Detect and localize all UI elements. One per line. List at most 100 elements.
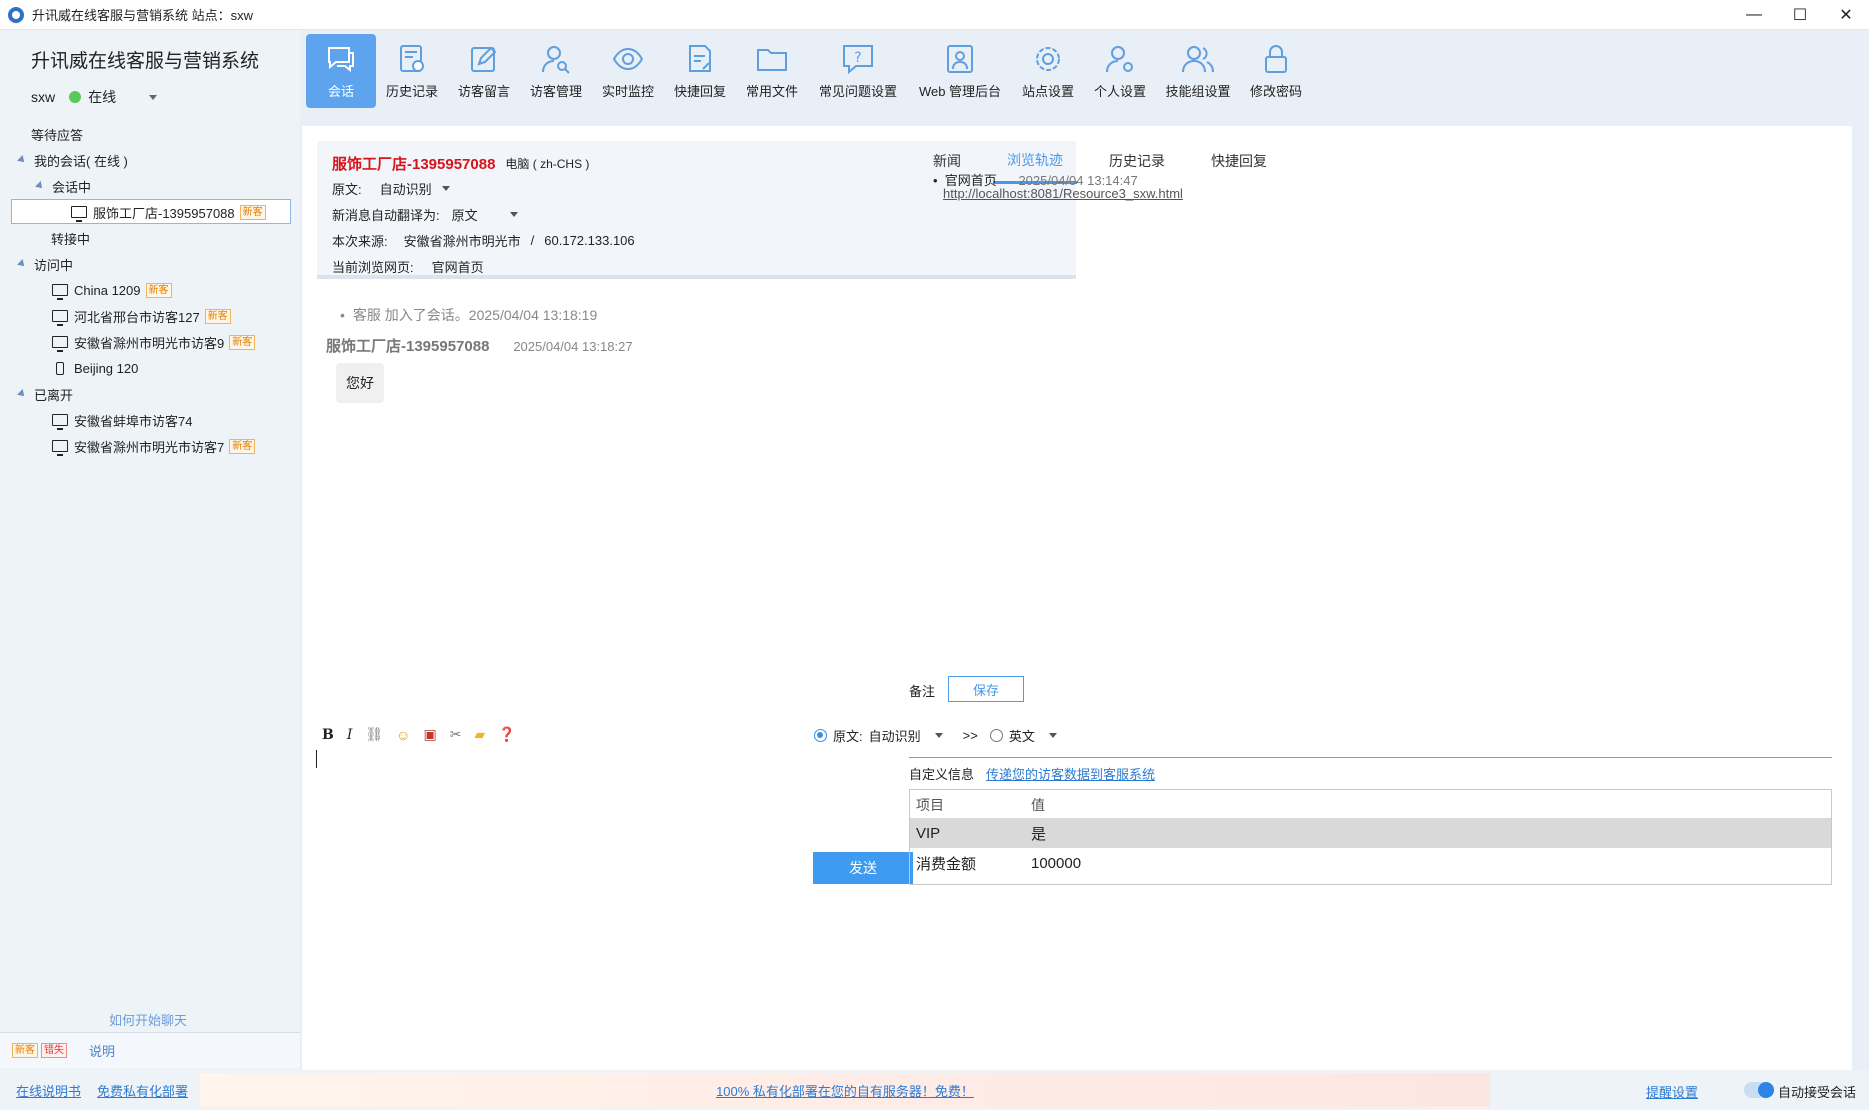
tree-in-session[interactable]: 会话中 [35, 174, 92, 198]
tree-item-visitor[interactable]: Beijing 120 [52, 356, 138, 380]
close-button[interactable]: ✕ [1823, 0, 1869, 30]
table-row[interactable]: VIP 是 [910, 818, 1831, 848]
expand-arrow-icon[interactable] [17, 259, 27, 269]
user-status[interactable]: sxw 在线 [31, 87, 158, 107]
how-to-chat-link[interactable]: 如何开始聊天 [109, 1010, 187, 1029]
toolbar-label: 会话 [327, 84, 354, 99]
table-row[interactable]: 消费金额 100000 [910, 848, 1831, 878]
chat-icon [328, 47, 354, 73]
original-language-row: 原文: 自动识别 [332, 179, 450, 198]
image-icon[interactable]: ▣ [423, 726, 436, 743]
tree-waiting[interactable]: 等待应答 [31, 122, 83, 146]
private-deploy-link[interactable]: 免费私有化部署 [97, 1081, 188, 1100]
toolbar-files[interactable]: 常用文件 [736, 34, 808, 108]
visitor-name: 河北省邢台市访客127 [74, 309, 200, 325]
toolbar-visitor-manage[interactable]: 访客管理 [520, 34, 592, 108]
toolbar-chat[interactable]: 会话 [306, 34, 376, 108]
tree-item-visitor[interactable]: 河北省邢台市访客127 新客 [52, 304, 231, 328]
screenshot-icon[interactable]: ✂ [450, 726, 462, 743]
italic-icon[interactable]: I [347, 727, 353, 743]
note-label: 备注 [909, 684, 936, 699]
admin-icon [947, 45, 973, 73]
send-button[interactable]: 发送 [813, 852, 913, 884]
radio-original[interactable] [814, 729, 827, 742]
save-note-button[interactable]: 保存 [948, 676, 1024, 702]
toolbar-site-settings[interactable]: 站点设置 [1012, 34, 1084, 108]
main-toolbar: 会话 历史记录 访客留言 访客管理 实时监控 快捷回复 常用文件 ? 常见问题设… [306, 34, 1312, 108]
toolbar-messages[interactable]: 访客留言 [448, 34, 520, 108]
visitor-title: 服饰工厂店-1395957088 [332, 156, 496, 173]
chevron-down-icon[interactable] [1048, 733, 1057, 738]
emoji-icon[interactable]: ☺ [396, 727, 410, 743]
expand-arrow-icon[interactable] [35, 181, 45, 191]
chevron-down-icon[interactable] [441, 186, 450, 191]
toolbar-label: Web 管理后台 [918, 84, 1002, 99]
toolbar-web-admin[interactable]: Web 管理后台 [908, 34, 1012, 108]
toolbar-history[interactable]: 历史记录 [376, 34, 448, 108]
promo-banner-link[interactable]: 100% 私有化部署在您的自有服务器！免费！ [716, 1081, 974, 1100]
quick-reply-icon [689, 45, 711, 72]
window-title: 升讯威在线客服与营销系统 站点：sxw [32, 8, 254, 23]
chevron-down-icon[interactable] [509, 212, 518, 217]
tree-transferring[interactable]: 转接中 [51, 226, 90, 250]
message-header: 服饰工厂店-1395957088 2025/04/04 13:18:27 [326, 335, 633, 356]
toolbar-skill-groups[interactable]: 技能组设置 [1156, 34, 1240, 108]
expand-arrow-icon[interactable] [17, 389, 27, 399]
tab-quick-reply[interactable]: 快捷回复 [1197, 138, 1281, 184]
field-label: 本次来源: [332, 234, 388, 249]
auto-accept-toggle[interactable] [1744, 1082, 1774, 1098]
bullet-icon: • [933, 173, 942, 188]
message-bubble: 您好 [336, 363, 384, 403]
toolbar-quick-reply[interactable]: 快捷回复 [664, 34, 736, 108]
remind-settings-link[interactable]: 提醒设置 [1646, 1082, 1698, 1101]
source-language-select[interactable]: 自动识别 [869, 726, 921, 745]
tree-item-left-visitor[interactable]: 安徽省滁州市明光市访客7 新客 [52, 434, 256, 458]
arrow-text: >> [962, 728, 978, 743]
legend-missed-badge: 错失 [41, 1043, 67, 1058]
link-icon[interactable]: ⛓ [365, 726, 383, 743]
user-search-icon [542, 46, 570, 74]
legend-new-badge: 新客 [12, 1043, 38, 1058]
chevron-down-icon[interactable] [934, 733, 943, 738]
expand-arrow-icon[interactable] [17, 155, 27, 165]
toolbar-label: 常见问题设置 [818, 84, 897, 99]
chevron-down-icon[interactable] [149, 94, 158, 100]
tree-label: 会话中 [52, 179, 92, 195]
field-label: 当前浏览网页: [332, 260, 414, 275]
trail-url-link[interactable]: http://localhost:8081/Resource3_sxw.html [943, 186, 1183, 201]
toolbar-personal[interactable]: 个人设置 [1084, 34, 1156, 108]
message-time: 2025/04/04 13:18:27 [513, 339, 633, 354]
manual-link[interactable]: 在线说明书 [16, 1081, 81, 1100]
auto-translate-select[interactable]: 原文 [452, 205, 478, 224]
tree-visiting[interactable]: 访问中 [17, 252, 73, 276]
new-visitor-badge: 新客 [229, 438, 256, 454]
toolbar-faq[interactable]: ? 常见问题设置 [808, 34, 908, 108]
custom-info-link[interactable]: 传递您的访客数据到客服系统 [986, 764, 1155, 783]
bold-icon[interactable]: B [322, 727, 334, 743]
tree-my-sessions[interactable]: 我的会话( 在线 ) [17, 148, 128, 172]
toolbar-label: 个人设置 [1093, 84, 1146, 99]
tree-left[interactable]: 已离开 [17, 382, 73, 406]
legend-explain-link[interactable]: 说明 [89, 1041, 115, 1060]
toolbar-monitor[interactable]: 实时监控 [592, 34, 664, 108]
visitor-name: 服饰工厂店-1395957088 [93, 205, 235, 221]
original-language-select[interactable]: 自动识别 [380, 179, 432, 198]
current-page: 官网首页 [431, 260, 484, 275]
tree-item-active-visitor[interactable]: 服饰工厂店-1395957088 新客 [71, 200, 266, 224]
tree-item-visitor[interactable]: China 1209 新客 [52, 278, 172, 302]
mobile-icon [56, 361, 64, 375]
tree-item-left-visitor[interactable]: 安徽省蚌埠市访客74 [52, 408, 192, 432]
minimize-button[interactable]: — [1731, 0, 1777, 30]
help-icon[interactable]: ❓ [498, 726, 515, 743]
visitor-name: China 1209 [74, 282, 141, 298]
target-language-select[interactable]: 英文 [1009, 726, 1035, 745]
radio-target[interactable] [989, 729, 1003, 742]
lock-icon [1265, 45, 1287, 73]
folder-icon[interactable]: ▰ [474, 726, 485, 743]
tree-item-visitor[interactable]: 安徽省滁州市明光市访客9 新客 [52, 330, 256, 354]
maximize-button[interactable]: ☐ [1777, 0, 1823, 30]
system-message-text: 客服 加入了会话。2025/04/04 13:18:19 [352, 307, 598, 323]
toolbar-change-password[interactable]: 修改密码 [1240, 34, 1312, 108]
visitor-name: 安徽省滁州市明光市访客7 [74, 439, 225, 455]
device-info: 电脑 ( zh-CHS ) [505, 157, 590, 171]
